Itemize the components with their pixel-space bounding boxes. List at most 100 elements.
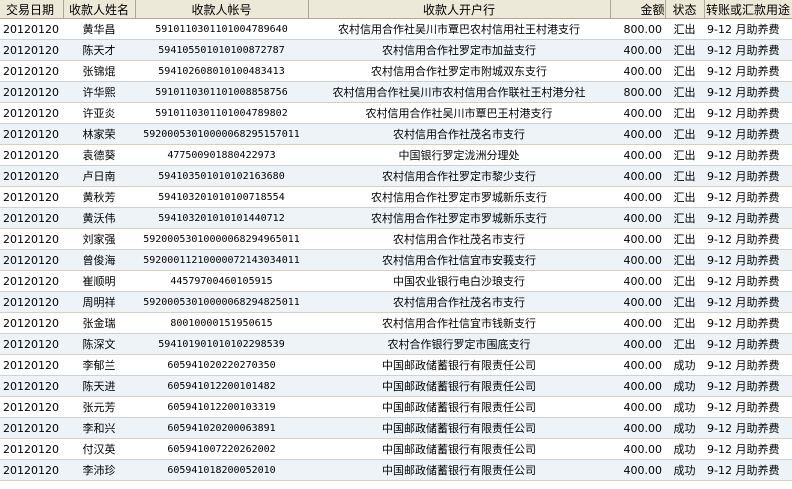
header-row: 交易日期 收款人姓名 收款人帐号 收款人开户行 金额 状态 转账或汇款用途 bbox=[0, 0, 792, 19]
cell-payee-name: 黄华昌 bbox=[63, 18, 135, 40]
cell-amount: 400.00 bbox=[610, 123, 665, 145]
cell-payee-name: 许亚炎 bbox=[63, 102, 135, 124]
cell-purpose: 9-12 月助养费 bbox=[704, 81, 792, 103]
cell-date: 20120120 bbox=[0, 459, 63, 481]
cell-payee-account: 5910110301101004789640 bbox=[135, 18, 308, 40]
cell-payee-bank: 农村信用合作社茂名市支行 bbox=[308, 123, 610, 145]
table-row[interactable]: 20120120 李沛珍 605941018200052010 中国邮政储蓄银行有限责… bbox=[0, 459, 792, 481]
cell-status: 汇出 bbox=[665, 270, 704, 292]
table-row[interactable]: 20120120 李郁兰 605941020220270350 中国邮政储蓄银行有限责… bbox=[0, 354, 792, 376]
table-row[interactable]: 20120120 张金瑞 80010000151950615 农村信用合作社信宜市钱新… bbox=[0, 312, 792, 334]
cell-payee-name: 崔顺明 bbox=[63, 270, 135, 292]
cell-status: 汇出 bbox=[665, 312, 704, 334]
cell-amount: 400.00 bbox=[610, 249, 665, 271]
col-header-payee-account[interactable]: 收款人帐号 bbox=[135, 0, 309, 19]
cell-purpose: 9-12 月助养费 bbox=[704, 144, 792, 166]
table-row[interactable]: 20120120 陈天才 594105501010100872787 农村信用合作社罗… bbox=[0, 39, 792, 61]
cell-payee-bank: 中国邮政储蓄银行有限责任公司 bbox=[308, 417, 610, 439]
cell-payee-account: 605941012200103319 bbox=[135, 396, 308, 418]
table-row[interactable]: 20120120 陈深文 594101901010102298539 农村合作银行罗定… bbox=[0, 333, 792, 355]
cell-status: 成功 bbox=[665, 396, 704, 418]
table-row[interactable]: 20120120 袁德葵 477500901880422973 中国银行罗定泷洲分理处… bbox=[0, 144, 792, 166]
cell-payee-bank: 中国农业银行电白沙琅支行 bbox=[308, 270, 610, 292]
table-row[interactable]: 20120120 许亚炎 5910110301101004789802 农村信用合作社… bbox=[0, 102, 792, 124]
cell-payee-name: 陈深文 bbox=[63, 333, 135, 355]
table-row[interactable]: 20120120 黄华昌 5910110301101004789640 农村信用合作社… bbox=[0, 18, 792, 40]
cell-purpose: 9-12 月助养费 bbox=[704, 375, 792, 397]
cell-amount: 400.00 bbox=[610, 417, 665, 439]
cell-amount: 400.00 bbox=[610, 375, 665, 397]
table-row[interactable]: 20120120 许华熙 5910110301101008858756 农村信用合作社… bbox=[0, 81, 792, 103]
cell-date: 20120120 bbox=[0, 165, 63, 187]
cell-payee-bank: 农村信用合作社罗定市附城双东支行 bbox=[308, 60, 610, 82]
table-row[interactable]: 20120120 林家荣 59200053010000068295157011 农村信… bbox=[0, 123, 792, 145]
cell-purpose: 9-12 月助养费 bbox=[704, 102, 792, 124]
transactions-table: 交易日期 收款人姓名 收款人帐号 收款人开户行 金额 状态 转账或汇款用途 20… bbox=[0, 0, 792, 481]
cell-amount: 400.00 bbox=[610, 438, 665, 460]
cell-amount: 400.00 bbox=[610, 207, 665, 229]
cell-purpose: 9-12 月助养费 bbox=[704, 165, 792, 187]
cell-purpose: 9-12 月助养费 bbox=[704, 249, 792, 271]
cell-purpose: 9-12 月助养费 bbox=[704, 123, 792, 145]
table-row[interactable]: 20120120 周明祥 59200053010000068294825011 农村信… bbox=[0, 291, 792, 313]
cell-payee-name: 李和兴 bbox=[63, 417, 135, 439]
cell-purpose: 9-12 月助养费 bbox=[704, 60, 792, 82]
table-row[interactable]: 20120120 卢日南 594103501010102163680 农村信用合作社罗… bbox=[0, 165, 792, 187]
cell-payee-name: 袁德葵 bbox=[63, 144, 135, 166]
cell-payee-name: 周明祥 bbox=[63, 291, 135, 313]
col-header-amount[interactable]: 金额 bbox=[610, 0, 666, 19]
cell-payee-name: 曾俊海 bbox=[63, 249, 135, 271]
col-header-payee-bank[interactable]: 收款人开户行 bbox=[308, 0, 611, 19]
table-row[interactable]: 20120120 张锦焜 594102608010100483413 农村信用合作社罗… bbox=[0, 60, 792, 82]
table-row[interactable]: 20120120 付汉英 605941007220262002 中国邮政储蓄银行有限责… bbox=[0, 438, 792, 460]
table-row[interactable]: 20120120 黄秋芳 594103201010100718554 农村信用合作社罗… bbox=[0, 186, 792, 208]
cell-date: 20120120 bbox=[0, 207, 63, 229]
cell-payee-account: 605941020200063891 bbox=[135, 417, 308, 439]
cell-payee-name: 许华熙 bbox=[63, 81, 135, 103]
table-row[interactable]: 20120120 黄沃伟 594103201010101440712 农村信用合作社罗… bbox=[0, 207, 792, 229]
cell-payee-account: 80010000151950615 bbox=[135, 312, 308, 334]
cell-payee-account: 59200053010000068294965011 bbox=[135, 228, 308, 250]
cell-amount: 400.00 bbox=[610, 333, 665, 355]
cell-amount: 400.00 bbox=[610, 60, 665, 82]
cell-status: 汇出 bbox=[665, 249, 704, 271]
cell-date: 20120120 bbox=[0, 291, 63, 313]
cell-payee-bank: 农村信用合作社罗定市加益支行 bbox=[308, 39, 610, 61]
cell-payee-name: 张元芳 bbox=[63, 396, 135, 418]
cell-payee-bank: 农村信用合作社吴川市覃巴王村港支行 bbox=[308, 102, 610, 124]
table-row[interactable]: 20120120 崔顺明 44579700460105915 中国农业银行电白沙琅支行… bbox=[0, 270, 792, 292]
cell-payee-account: 605941007220262002 bbox=[135, 438, 308, 460]
table-row[interactable]: 20120120 刘家强 59200053010000068294965011 农村信… bbox=[0, 228, 792, 250]
cell-amount: 400.00 bbox=[610, 396, 665, 418]
cell-date: 20120120 bbox=[0, 438, 63, 460]
cell-purpose: 9-12 月助养费 bbox=[704, 396, 792, 418]
cell-status: 汇出 bbox=[665, 18, 704, 40]
cell-date: 20120120 bbox=[0, 123, 63, 145]
table-row[interactable]: 20120120 陈天进 605941012200101482 中国邮政储蓄银行有限责… bbox=[0, 375, 792, 397]
cell-status: 成功 bbox=[665, 459, 704, 481]
col-header-payee-name[interactable]: 收款人姓名 bbox=[63, 0, 136, 19]
cell-payee-account: 594101901010102298539 bbox=[135, 333, 308, 355]
col-header-purpose[interactable]: 转账或汇款用途 bbox=[704, 0, 792, 19]
cell-payee-bank: 农村信用合作社吴川市农村信用合作联社王村港分社 bbox=[308, 81, 610, 103]
cell-amount: 400.00 bbox=[610, 186, 665, 208]
cell-status: 汇出 bbox=[665, 165, 704, 187]
cell-purpose: 9-12 月助养费 bbox=[704, 354, 792, 376]
cell-payee-name: 李郁兰 bbox=[63, 354, 135, 376]
cell-purpose: 9-12 月助养费 bbox=[704, 186, 792, 208]
cell-status: 成功 bbox=[665, 375, 704, 397]
cell-purpose: 9-12 月助养费 bbox=[704, 228, 792, 250]
cell-date: 20120120 bbox=[0, 417, 63, 439]
cell-amount: 800.00 bbox=[610, 81, 665, 103]
table-row[interactable]: 20120120 李和兴 605941020200063891 中国邮政储蓄银行有限责… bbox=[0, 417, 792, 439]
col-header-date[interactable]: 交易日期 bbox=[0, 0, 64, 19]
cell-amount: 400.00 bbox=[610, 39, 665, 61]
cell-payee-name: 刘家强 bbox=[63, 228, 135, 250]
cell-status: 汇出 bbox=[665, 144, 704, 166]
cell-payee-account: 59200011210000072143034011 bbox=[135, 249, 308, 271]
col-header-status[interactable]: 状态 bbox=[665, 0, 705, 19]
table-row[interactable]: 20120120 曾俊海 59200011210000072143034011 农村信… bbox=[0, 249, 792, 271]
cell-payee-bank: 农村信用合作社罗定市黎少支行 bbox=[308, 165, 610, 187]
table-row[interactable]: 20120120 张元芳 605941012200103319 中国邮政储蓄银行有限责… bbox=[0, 396, 792, 418]
cell-payee-bank: 中国邮政储蓄银行有限责任公司 bbox=[308, 375, 610, 397]
